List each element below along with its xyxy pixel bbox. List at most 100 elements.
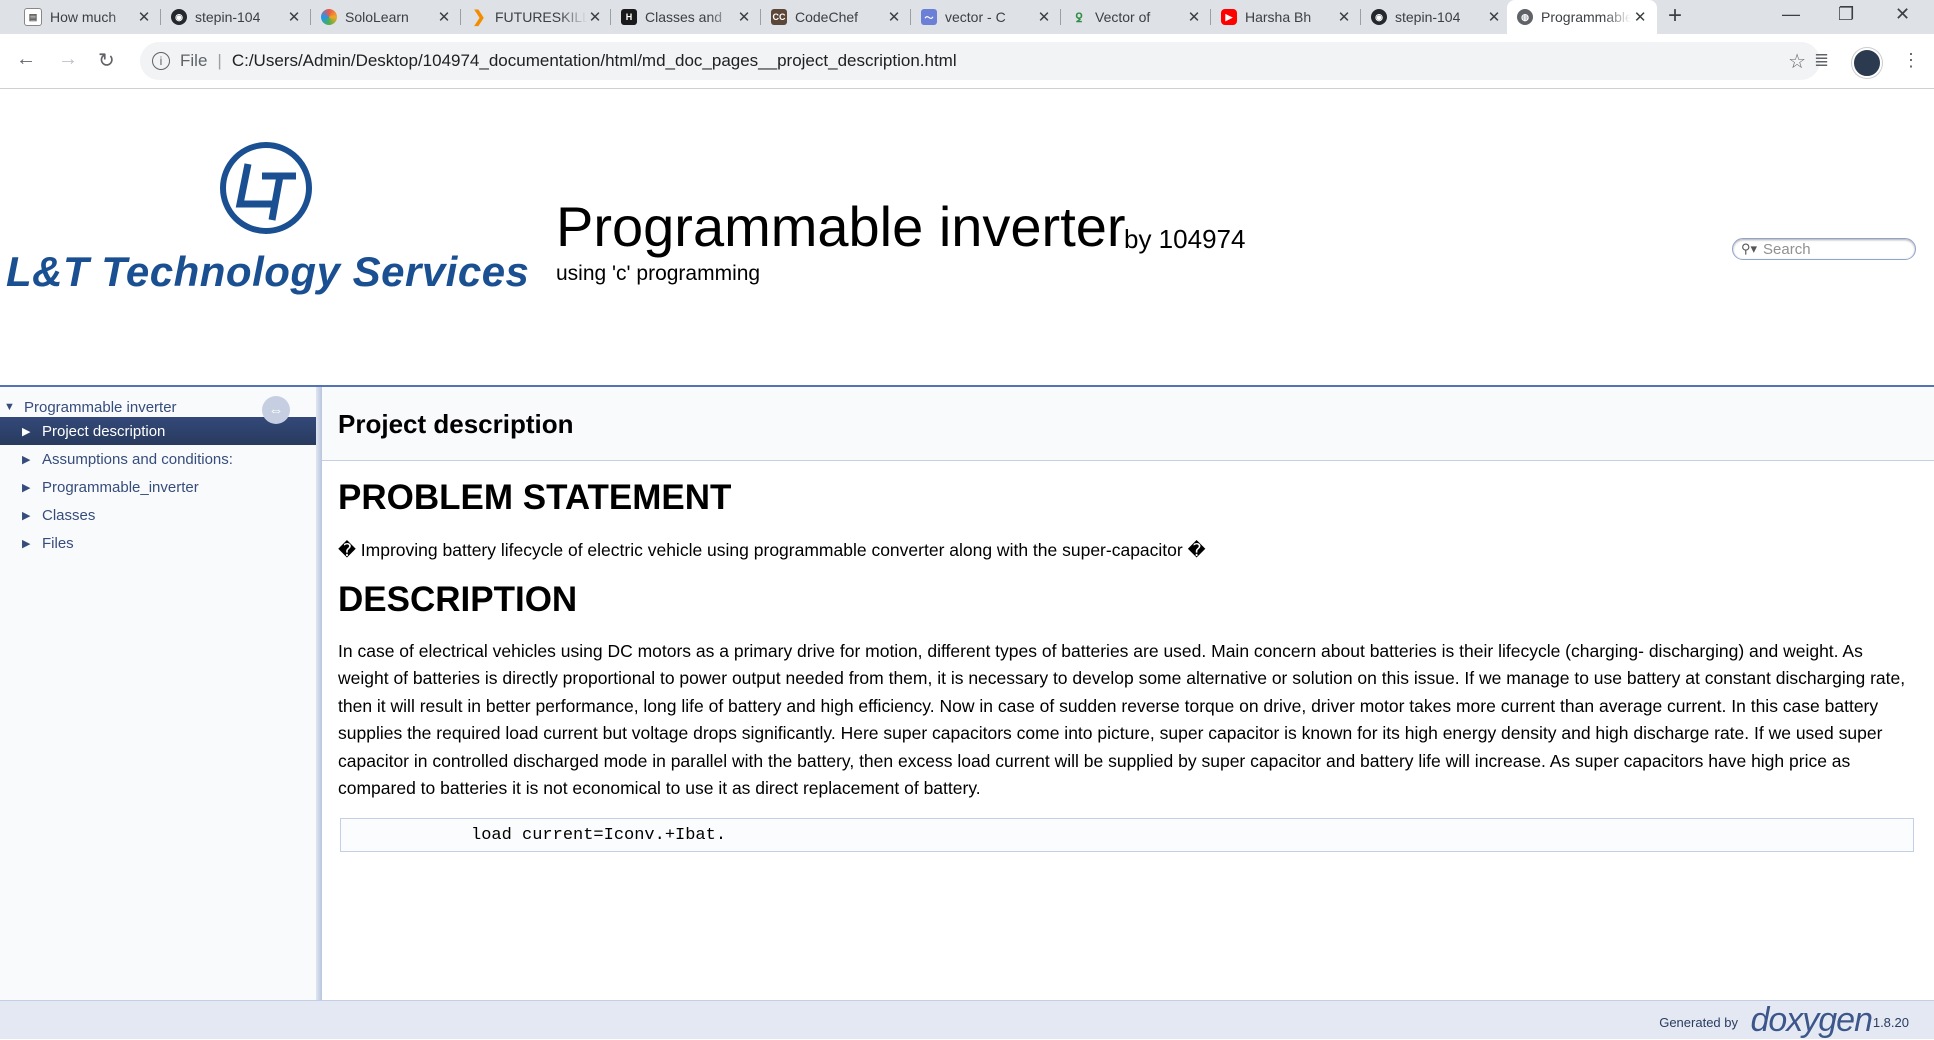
browser-tab[interactable]: ▤ How much ✕ <box>14 0 161 34</box>
codechef-icon: CC <box>771 9 787 25</box>
tab-close-icon[interactable]: ✕ <box>587 8 603 26</box>
nav-item-programmable-inverter[interactable]: ▶ Programmable_inverter <box>0 473 316 501</box>
info-icon[interactable]: i <box>152 52 170 70</box>
section-heading: PROBLEM STATEMENT <box>338 478 732 517</box>
expand-arrow-icon[interactable]: ▶ <box>22 481 32 494</box>
tab-title: stepin-104 <box>195 9 261 25</box>
nav-tree-root-label: Programmable inverter <box>24 398 177 416</box>
search-placeholder: Search <box>1763 240 1811 258</box>
nav-item-label: Classes <box>42 506 96 524</box>
github-icon: ◉ <box>171 9 187 25</box>
browser-tab[interactable]: ▶ Harsha Bh ✕ <box>1211 0 1361 34</box>
expand-arrow-icon[interactable]: ▶ <box>22 509 32 522</box>
doxygen-logo-link[interactable]: doxygen <box>1750 1001 1873 1040</box>
nav-tree: ▼ Programmable inverter ▶ Project descri… <box>0 387 316 1000</box>
footer: Generated by doxygen 1.8.20 <box>0 1000 1934 1039</box>
browser-tab-active[interactable]: ◍ Programmable ✕ <box>1507 0 1657 34</box>
tab-close-icon[interactable]: ✕ <box>1185 8 1203 26</box>
lt-logo-mark-icon <box>220 142 312 234</box>
code-block: load current=Iconv.+Ibat. <box>340 818 1914 852</box>
sololearn-icon <box>321 9 337 25</box>
expand-arrow-icon[interactable]: ▶ <box>22 537 32 550</box>
sync-arrows-icon: ⇔ <box>268 401 284 419</box>
tab-title: CodeChef <box>795 9 859 25</box>
url-text[interactable]: C:/Users/Admin/Desktop/104974_documentat… <box>232 51 957 71</box>
forward-button[interactable]: → <box>58 48 78 71</box>
tab-close-icon[interactable]: ✕ <box>285 8 303 26</box>
company-logo: L&T Technology Services <box>0 140 540 310</box>
nav-resize-handle[interactable] <box>316 387 322 1000</box>
code-line: load current=Iconv.+Ibat. <box>471 825 727 845</box>
browser-tab[interactable]: ꝿ Vector of ✕ <box>1061 0 1211 34</box>
tab-title: Classes and <box>645 9 723 25</box>
sync-nav-button[interactable]: ⇔ <box>262 396 290 424</box>
minimize-button[interactable]: — <box>1782 4 1800 25</box>
logo-text: L&T Technology Services <box>6 248 530 295</box>
tab-close-icon[interactable]: ✕ <box>135 8 153 26</box>
expand-arrow-icon[interactable]: ▶ <box>22 453 32 466</box>
scheme-label: File <box>180 51 208 70</box>
tab-title: FUTURESKILLS <box>495 9 588 25</box>
media-queue-icon[interactable]: ≣ <box>1814 50 1829 71</box>
tab-title: Harsha Bh <box>1245 9 1312 25</box>
address-bar[interactable]: i File | C:/Users/Admin/Desktop/104974_d… <box>140 42 1820 80</box>
globe-icon: ◍ <box>1517 9 1533 25</box>
page-icon: ▤ <box>24 8 42 26</box>
search-box[interactable]: ⚲▾ Search <box>1732 238 1916 260</box>
nav-item-classes[interactable]: ▶ Classes <box>0 501 316 529</box>
section-heading: DESCRIPTION <box>338 580 578 619</box>
nav-item-label: Assumptions and conditions: <box>42 450 233 468</box>
github-icon: ◉ <box>1371 9 1387 25</box>
expand-arrow-icon[interactable]: ▼ <box>4 401 15 413</box>
menu-kebab-icon[interactable]: ⋮ <box>1902 50 1920 71</box>
expand-arrow-icon[interactable]: ▶ <box>22 425 32 438</box>
bookmark-star-icon[interactable]: ☆ <box>1788 49 1806 74</box>
tab-close-icon[interactable]: ✕ <box>735 8 753 26</box>
search-icon[interactable]: ⚲▾ <box>1741 241 1757 257</box>
tab-title: Programmable <box>1541 9 1632 25</box>
futureskills-icon: ❯ <box>472 9 486 26</box>
nav-item-assumptions[interactable]: ▶ Assumptions and conditions: <box>0 445 316 473</box>
browser-tab-strip: ▤ How much ✕ ◉ stepin-104 ✕ SoloLearn ✕ … <box>0 0 1934 34</box>
browser-tab[interactable]: CC CodeChef ✕ <box>761 0 911 34</box>
tab-close-icon[interactable]: ✕ <box>885 8 903 26</box>
nav-item-label: Programmable_inverter <box>42 478 199 496</box>
browser-tab[interactable]: ◉ stepin-104 ✕ <box>161 0 311 34</box>
generated-by-label: Generated by <box>1659 1015 1738 1030</box>
page-header: Project description <box>322 387 1934 461</box>
nav-item-label: Files <box>42 534 74 552</box>
tab-title: stepin-104 <box>1395 9 1461 25</box>
tab-title: SoloLearn <box>345 9 409 25</box>
tab-close-icon[interactable]: ✕ <box>435 8 453 26</box>
section-text: In case of electrical vehicles using DC … <box>338 641 1906 799</box>
doxygen-version: 1.8.20 <box>1872 1015 1909 1030</box>
project-name: Programmable inverter <box>556 195 1126 258</box>
reload-button[interactable]: ↻ <box>98 48 115 73</box>
geeks-icon: ꝿ <box>1075 10 1083 25</box>
tab-close-icon[interactable]: ✕ <box>1335 8 1353 26</box>
back-button[interactable]: ← <box>16 48 36 71</box>
browser-tab[interactable]: 〜 vector - C ✕ <box>911 0 1061 34</box>
section-text: � Improving battery lifecycle of electri… <box>338 540 1206 560</box>
tab-close-icon[interactable]: ✕ <box>1631 8 1649 26</box>
new-tab-button[interactable]: + <box>1668 2 1682 30</box>
browser-tab[interactable]: SoloLearn ✕ <box>311 0 461 34</box>
browser-tab[interactable]: ❯ FUTURESKILLS ✕ <box>461 0 611 34</box>
nav-item-files[interactable]: ▶ Files <box>0 529 316 557</box>
browser-tab[interactable]: ◉ stepin-104 ✕ <box>1361 0 1511 34</box>
project-number: by 104974 <box>1124 224 1246 254</box>
profile-avatar[interactable] <box>1852 48 1882 78</box>
tab-close-icon[interactable]: ✕ <box>1485 8 1503 26</box>
tab-title: Vector of <box>1095 9 1151 25</box>
browser-toolbar: ← → ↻ i File | C:/Users/Admin/Desktop/10… <box>0 34 1934 89</box>
geeksforgeeks-icon: H <box>621 9 637 25</box>
page-title: Project description <box>338 409 574 439</box>
restore-button[interactable]: ❐ <box>1838 4 1854 25</box>
project-brief: using 'c' programming <box>556 262 761 285</box>
browser-tab[interactable]: H Classes and ✕ <box>611 0 761 34</box>
cppreference-icon: 〜 <box>921 9 937 25</box>
nav-item-label: Project description <box>42 422 166 440</box>
youtube-icon: ▶ <box>1221 9 1237 25</box>
close-window-button[interactable]: ✕ <box>1895 4 1910 25</box>
tab-close-icon[interactable]: ✕ <box>1035 8 1053 26</box>
